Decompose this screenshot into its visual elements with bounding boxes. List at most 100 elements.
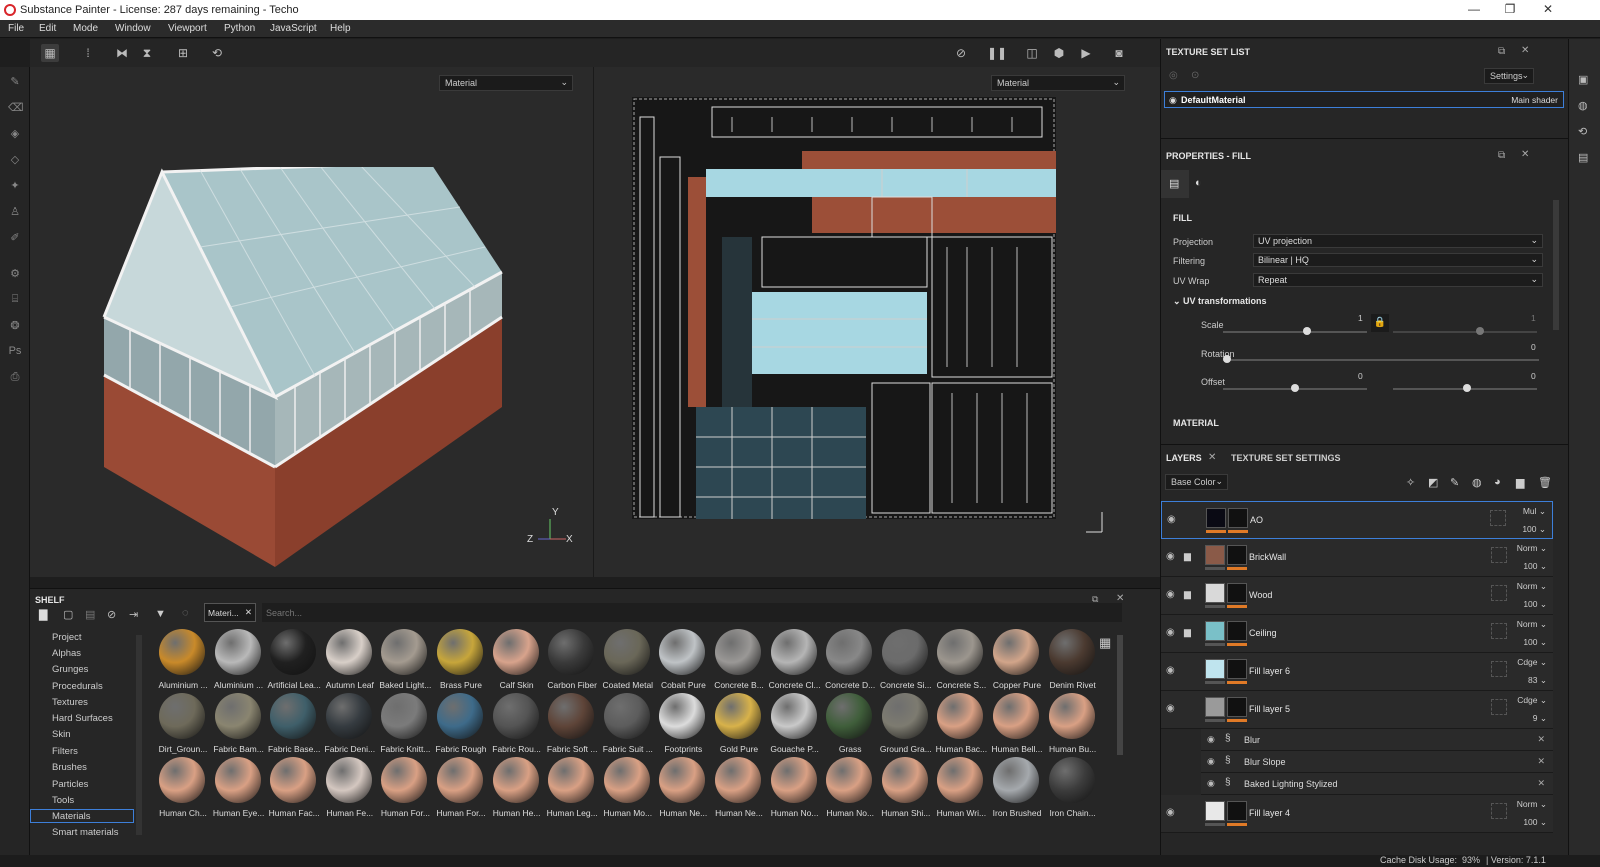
layers-tab-close-icon[interactable]: ✕: [1208, 452, 1216, 463]
3d-view-icon[interactable]: ⬢: [1050, 44, 1068, 62]
layer-mask-thumbnail[interactable]: [1227, 659, 1247, 679]
offset-v-slider-handle[interactable]: [1463, 384, 1471, 392]
material-thumbnail[interactable]: Concrete S...: [933, 629, 989, 695]
minimize-button[interactable]: —: [1466, 2, 1482, 18]
layer-blend-mode-dropdown[interactable]: Norm ⌄: [1517, 619, 1547, 630]
material-thumbnail[interactable]: Human Ne...: [711, 757, 767, 823]
material-thumbnail[interactable]: Cobalt Pure: [655, 629, 711, 695]
texture-set-item[interactable]: ◉ DefaultMaterial Main shader: [1164, 91, 1564, 108]
material-thumbnail[interactable]: Fabric Soft ...: [544, 693, 600, 759]
left-viewport-mode-dropdown[interactable]: Material ⌄: [439, 75, 573, 91]
material-thumbnail[interactable]: Baked Light...: [377, 629, 433, 695]
camera-icon[interactable]: ▶: [1077, 44, 1095, 62]
properties-scrollbar[interactable]: [1553, 200, 1559, 330]
layer-mask-thumbnail[interactable]: [1227, 583, 1247, 603]
layer-opacity-value[interactable]: 9 ⌄: [1533, 713, 1547, 724]
filter-icon[interactable]: ▼: [155, 608, 166, 620]
material-thumbnail[interactable]: Aluminium ...: [155, 629, 211, 695]
folder-icon[interactable]: ▆: [1184, 551, 1196, 561]
category-procedurals[interactable]: Procedurals: [52, 681, 103, 692]
right-viewport-mode-dropdown[interactable]: Material ⌄: [991, 75, 1125, 91]
symmetry-x-icon[interactable]: ⧓: [113, 44, 131, 62]
material-thumbnail[interactable]: Human Eye...: [211, 757, 267, 823]
uv-texture-map[interactable]: [632, 97, 1056, 519]
effect-eye-icon[interactable]: ◉: [1207, 756, 1215, 767]
filtering-dropdown[interactable]: Bilinear | HQ ⌄: [1253, 253, 1543, 267]
material-thumbnail[interactable]: Carbon Fiber: [544, 629, 600, 695]
category-materials[interactable]: Materials: [30, 809, 134, 823]
scale-slider[interactable]: [1223, 331, 1367, 333]
layer-row[interactable]: ◉ ▆ Wood Norm ⌄ 100 ⌄: [1161, 577, 1553, 615]
layer-row[interactable]: ◉ ▆ BrickWall Norm ⌄ 100 ⌄: [1161, 539, 1553, 577]
offset-u-value[interactable]: 0: [1358, 371, 1363, 381]
menu-python[interactable]: Python: [224, 23, 255, 34]
layer-effect-row[interactable]: ◉ § Blur ✕: [1201, 729, 1553, 751]
layer-visibility-eye-icon[interactable]: ◉: [1166, 807, 1178, 819]
material-thumbnail[interactable]: Autumn Leaf: [322, 629, 378, 695]
clone-icon[interactable]: ♙: [8, 205, 22, 219]
tab-layers[interactable]: LAYERS: [1166, 453, 1202, 463]
export-icon[interactable]: ⎙: [8, 371, 22, 385]
fill-tab-icon[interactable]: ▤: [1161, 170, 1189, 198]
layer-visibility-eye-icon[interactable]: ◉: [1166, 589, 1178, 601]
category-brushes[interactable]: Brushes: [52, 762, 87, 773]
uvwrap-dropdown[interactable]: Repeat ⌄: [1253, 273, 1543, 287]
layer-visibility-eye-icon[interactable]: ◉: [1167, 514, 1179, 526]
menu-mode[interactable]: Mode: [73, 23, 98, 34]
category-filters[interactable]: Filters: [52, 746, 78, 757]
category-skin[interactable]: Skin: [52, 729, 70, 740]
tsl-eye-icon[interactable]: ◎: [1169, 70, 1178, 81]
category-textures[interactable]: Textures: [52, 697, 88, 708]
material-thumbnail[interactable]: Human Leg...: [544, 757, 600, 823]
history-icon[interactable]: ⟲: [208, 44, 226, 62]
material-thumbnail[interactable]: Concrete D...: [822, 629, 878, 695]
remove-effect-icon[interactable]: ✕: [1537, 778, 1545, 789]
layer-opacity-value[interactable]: 100 ⌄: [1522, 524, 1546, 535]
save-icon[interactable]: ▤: [85, 608, 95, 621]
projection-dropdown[interactable]: UV projection ⌄: [1253, 234, 1543, 248]
layer-opacity-value[interactable]: 100 ⌄: [1523, 599, 1547, 610]
hide-icon[interactable]: ⊘: [107, 608, 116, 621]
new-page-icon[interactable]: ▢: [63, 608, 73, 621]
layer-blend-mode-dropdown[interactable]: Norm ⌄: [1517, 799, 1547, 810]
material-tab-icon[interactable]: ◐: [1195, 177, 1202, 189]
layer-opacity-value[interactable]: 83 ⌄: [1528, 675, 1547, 686]
material-thumbnail[interactable]: Gold Pure: [711, 693, 767, 759]
material-thumbnail[interactable]: Fabric Suit ...: [600, 693, 656, 759]
tsl-close-icon[interactable]: ✕: [1521, 45, 1529, 56]
uv-transformations-toggle[interactable]: ⌄ UV transformations: [1173, 296, 1267, 307]
tsl-settings-dropdown[interactable]: Settings ⌄: [1484, 68, 1534, 84]
layer-row[interactable]: ◉ AO Mul ⌄ 100 ⌄: [1161, 501, 1553, 539]
scale-value[interactable]: 1: [1358, 313, 1363, 323]
maximize-button[interactable]: ❐: [1502, 2, 1518, 18]
display-settings-icon[interactable]: ▣: [1578, 73, 1592, 87]
layer-blend-mode-dropdown[interactable]: Norm ⌄: [1517, 543, 1547, 554]
material-thumbnail[interactable]: Human No...: [767, 757, 823, 823]
material-thumbnail[interactable]: Iron Brushed: [989, 757, 1045, 823]
menu-viewport[interactable]: Viewport: [168, 23, 207, 34]
greenhouse-3d-model[interactable]: [90, 167, 510, 587]
screenshot-icon[interactable]: ◙: [1110, 44, 1128, 62]
material-thumbnail[interactable]: Fabric Rou...: [489, 693, 545, 759]
channel-dropdown[interactable]: Base Color ⌄: [1165, 474, 1228, 490]
material-thumbnail[interactable]: Human Fe...: [322, 757, 378, 823]
tab-texture-set-settings[interactable]: TEXTURE SET SETTINGS: [1231, 453, 1341, 463]
smudge-icon[interactable]: ✦: [8, 179, 22, 193]
material-thumbnail[interactable]: Grass: [822, 693, 878, 759]
category-alphas[interactable]: Alphas: [52, 648, 81, 659]
layer-visibility-eye-icon[interactable]: ◉: [1166, 665, 1178, 677]
projection-icon[interactable]: ◈: [8, 127, 22, 141]
photoshop-icon[interactable]: Ps: [8, 345, 22, 359]
layer-opacity-value[interactable]: 100 ⌄: [1523, 637, 1547, 648]
layer-effect-row[interactable]: ◉ § Blur Slope ✕: [1201, 751, 1553, 773]
scale-slider-handle[interactable]: [1303, 327, 1311, 335]
add-paint-layer-icon[interactable]: ✎: [1450, 476, 1459, 489]
material-thumbnail[interactable]: Artificial Lea...: [266, 629, 322, 695]
add-fill-layer-icon[interactable]: ◍: [1472, 476, 1482, 489]
material-thumbnail[interactable]: Concrete Cl...: [767, 629, 823, 695]
polygon-fill-icon[interactable]: ◇: [8, 153, 22, 167]
menu-javascript[interactable]: JavaScript: [270, 23, 317, 34]
layer-visibility-eye-icon[interactable]: ◉: [1166, 551, 1178, 563]
shelf-search-input[interactable]: [262, 603, 1122, 622]
folder-icon[interactable]: ▆: [1184, 627, 1196, 637]
